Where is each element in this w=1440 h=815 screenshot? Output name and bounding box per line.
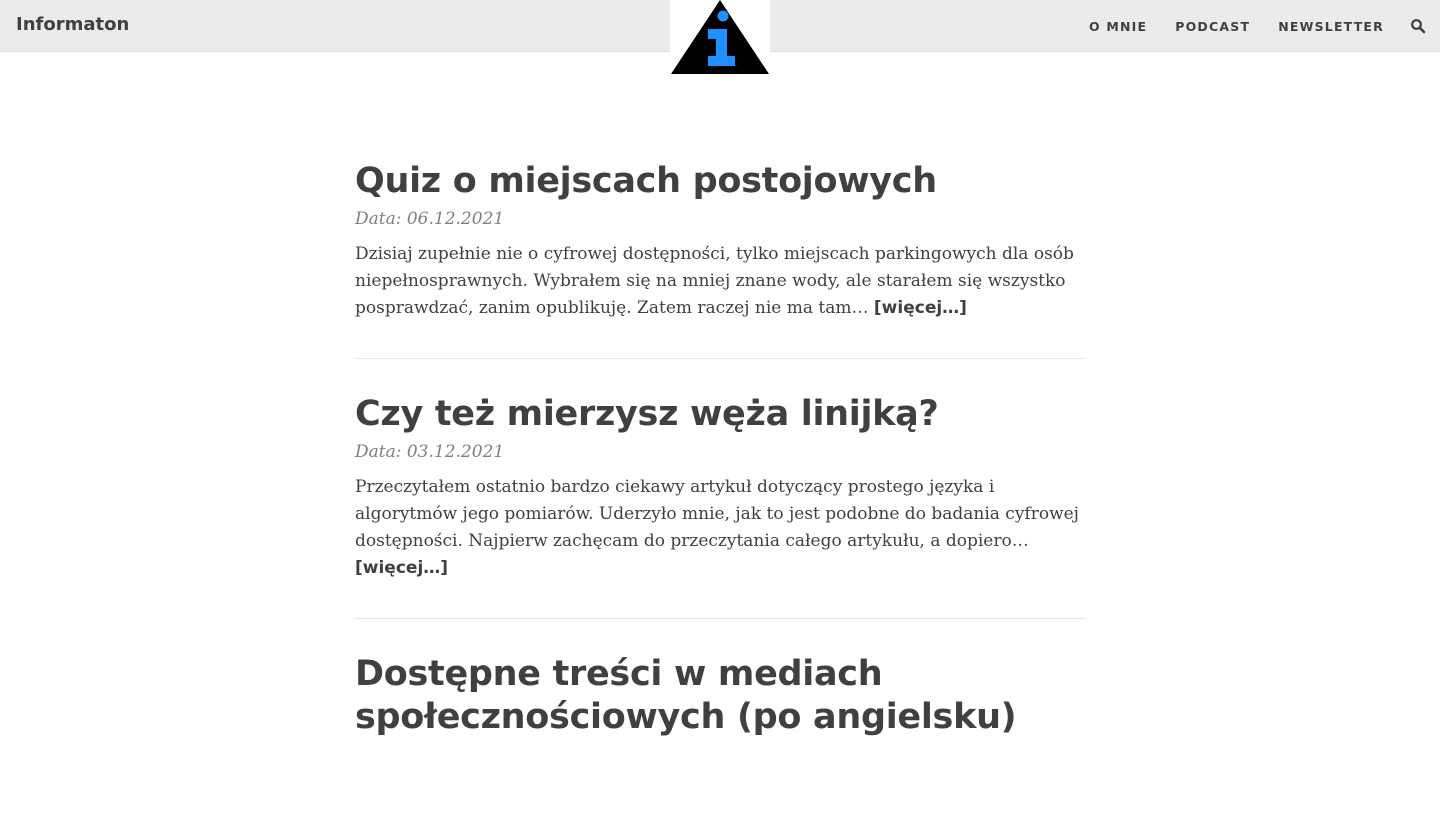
post-title[interactable]: Czy też mierzysz węża linijką?: [355, 393, 1085, 436]
nav-item-o-mnie[interactable]: O MNIE: [1089, 19, 1147, 34]
info-triangle-icon: [671, 0, 769, 74]
post-excerpt: Dzisiaj zupełnie nie o cyfrowej dostępno…: [355, 241, 1085, 322]
post-item: Dostępne treści w mediach społecznościow…: [355, 653, 1085, 781]
post-date: Data: 06.12.2021: [355, 209, 505, 229]
search-icon[interactable]: [1410, 18, 1426, 34]
main-nav: O MNIE PODCAST NEWSLETTER: [1061, 18, 1426, 34]
site-logo[interactable]: [670, 0, 770, 74]
post-item: Czy też mierzysz węża linijką? Data: 03.…: [355, 393, 1085, 619]
read-more-link[interactable]: [więcej…]: [874, 298, 967, 318]
post-item: Quiz o miejscach postojowych Data: 06.12…: [355, 160, 1085, 359]
brand-link[interactable]: Informaton: [16, 14, 129, 35]
post-date: Data: 03.12.2021: [355, 442, 505, 462]
post-title[interactable]: Quiz o miejscach postojowych: [355, 160, 1085, 203]
post-title[interactable]: Dostępne treści w mediach społecznościow…: [355, 653, 1085, 739]
post-excerpt-text: Przeczytałem ostatnio bardzo ciekawy art…: [355, 477, 1079, 551]
post-list: Quiz o miejscach postojowych Data: 06.12…: [355, 160, 1085, 815]
nav-item-podcast[interactable]: PODCAST: [1175, 19, 1250, 34]
nav-item-newsletter[interactable]: NEWSLETTER: [1278, 19, 1384, 34]
read-more-link[interactable]: [więcej…]: [355, 558, 448, 578]
post-excerpt: Przeczytałem ostatnio bardzo ciekawy art…: [355, 474, 1085, 582]
